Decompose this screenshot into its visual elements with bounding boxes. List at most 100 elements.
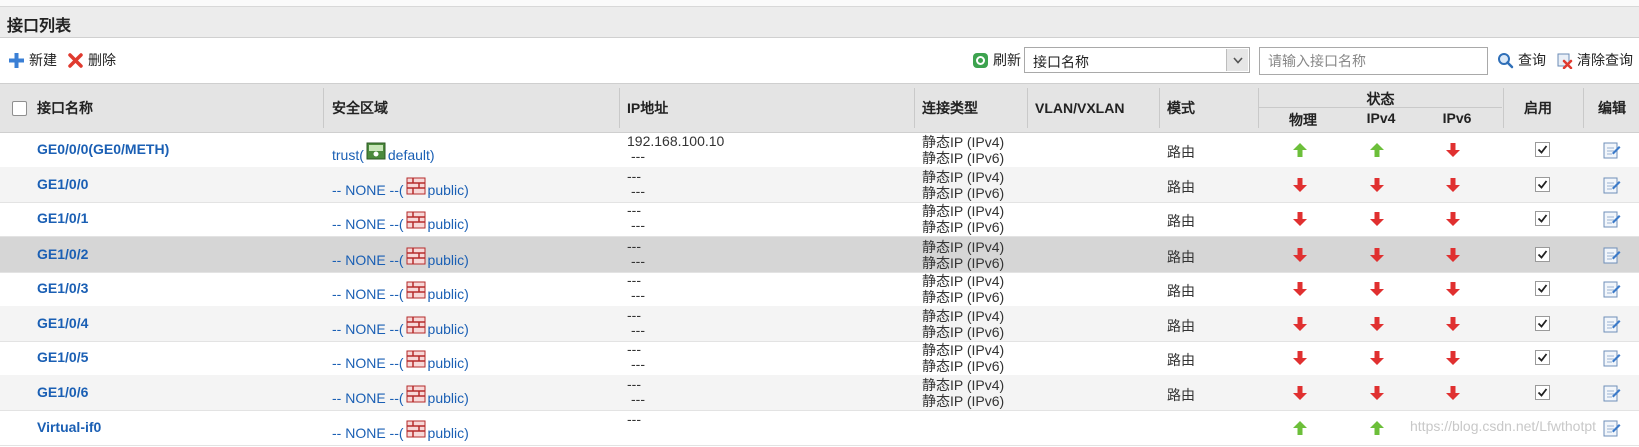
zone-suffix: public) [427,355,469,371]
status-down-arrow-icon [1369,350,1385,366]
status-down-arrow-icon [1369,385,1385,401]
table-row[interactable]: GE1/0/2 -- NONE --(public) --- --- 静态IP (IPv… [0,237,1639,273]
select-all-checkbox[interactable] [12,100,27,116]
public-zone-icon [404,211,428,232]
table-row[interactable]: GE0/0/0(GE0/METH) trust(default) 192.168.1… [0,132,1639,168]
checkmark-icon [1537,180,1548,189]
header-mode[interactable]: 模式 [1159,84,1195,132]
interface-name-link[interactable]: GE1/0/1 [37,210,88,226]
table-row[interactable]: GE1/0/4 -- NONE --(public) --- --- 静态IP (IPv… [0,306,1639,342]
query-label: 查询 [1518,52,1546,68]
enable-checkbox[interactable] [1535,385,1550,400]
zone-link[interactable]: -- NONE --(public) [332,350,469,371]
new-button[interactable]: 新建 [8,50,57,70]
enable-checkbox[interactable] [1535,281,1550,296]
connection-type: 静态IP (IPv4) 静态IP (IPv6) [922,169,1004,201]
status-up-arrow-icon [1292,420,1308,436]
clear-query-button[interactable]: 清除查询 [1556,50,1633,70]
header-vlan[interactable]: VLAN/VXLAN [1027,84,1124,132]
enable-checkbox[interactable] [1535,211,1550,226]
edit-icon[interactable] [1603,210,1621,228]
header-conn-type[interactable]: 连接类型 [914,84,978,132]
header-ipv6: IPv6 [1442,110,1472,126]
zone-link[interactable]: -- NONE --(public) [332,281,469,302]
table-row[interactable]: GE1/0/0 -- NONE --(public) --- --- 静态IP (IPv… [0,167,1639,203]
clear-query-label: 清除查询 [1577,52,1633,68]
ip-address: --- [627,202,641,218]
zone-link[interactable]: -- NONE --(public) [332,247,469,268]
connection-type-v4: 静态IP (IPv4) [922,308,1005,324]
edit-icon[interactable] [1603,384,1621,402]
connection-type-v4: 静态IP (IPv4) [922,203,1005,219]
zone-prefix: -- NONE --( [332,321,404,337]
title-bar: 接口列表 [0,7,1639,38]
select-all-cell [12,84,27,132]
connection-type: 静态IP (IPv4) 静态IP (IPv6) [922,203,1004,235]
connection-type: 静态IP (IPv4) 静态IP (IPv6) [922,134,1004,166]
edit-icon[interactable] [1603,280,1621,298]
edit-icon[interactable] [1603,419,1621,437]
interface-name-link[interactable]: GE1/0/0 [37,176,88,192]
table-row[interactable]: GE1/0/1 -- NONE --(public) --- --- 静态IP (IPv… [0,201,1639,237]
enable-checkbox[interactable] [1535,316,1550,331]
chevron-down-icon [1226,49,1248,71]
public-zone-icon [404,385,428,406]
enable-checkbox[interactable] [1535,177,1550,192]
interface-name-link[interactable]: GE1/0/3 [37,280,88,296]
interface-name-link[interactable]: GE1/0/5 [37,349,88,365]
zone-link[interactable]: -- NONE --(public) [332,420,469,441]
zone-link[interactable]: -- NONE --(public) [332,211,469,232]
divider [1583,88,1584,128]
table-row[interactable]: GE1/0/3 -- NONE --(public) --- --- 静态IP (IPv… [0,271,1639,307]
query-button[interactable]: 查询 [1497,50,1546,70]
public-zone-icon [404,247,428,268]
edit-icon[interactable] [1603,141,1621,159]
ip-address-v6: --- [631,253,645,269]
interface-name-link[interactable]: GE1/0/2 [37,246,88,262]
table-row[interactable]: GE1/0/6 -- NONE --(public) --- --- 静态IP (IPv… [0,375,1639,411]
zone-link[interactable]: -- NONE --(public) [332,316,469,337]
delete-label: 删除 [88,52,116,68]
enable-checkbox[interactable] [1535,247,1550,262]
status-up-arrow-icon [1369,420,1385,436]
header-name[interactable]: 接口名称 [29,84,93,132]
edit-icon[interactable] [1603,246,1621,264]
zone-link[interactable]: -- NONE --(public) [332,177,469,198]
table-row[interactable]: Virtual-if0 -- NONE --(public) --- [0,410,1639,446]
checkmark-icon [1537,319,1548,328]
edit-icon[interactable] [1603,315,1621,333]
table-row[interactable]: GE1/0/5 -- NONE --(public) --- --- 静态IP (IPv… [0,340,1639,376]
search-input[interactable] [1259,47,1488,75]
zone-link[interactable]: -- NONE --(public) [332,385,469,406]
refresh-button[interactable]: 刷新 [972,50,1021,70]
interface-name-link[interactable]: GE0/0/0(GE0/METH) [37,141,169,157]
status-down-arrow-icon [1445,211,1461,227]
status-down-arrow-icon [1445,142,1461,158]
connection-type-v4: 静态IP (IPv4) [922,169,1005,185]
checkmark-icon [1537,250,1548,259]
enable-checkbox[interactable] [1535,350,1550,365]
edit-icon[interactable] [1603,349,1621,367]
connection-type-v6: 静态IP (IPv6) [922,358,1005,374]
interface-name-link[interactable]: GE1/0/4 [37,315,88,331]
header-zone[interactable]: 安全区域 [324,84,388,132]
connection-type-v6: 静态IP (IPv6) [922,150,1005,166]
mode: 路由 [1167,144,1195,160]
zone-link[interactable]: trust(default) [332,142,435,163]
header-physical: 物理 [1289,112,1317,128]
magnifier-icon [1498,52,1514,68]
connection-type-v4: 静态IP (IPv4) [922,377,1005,393]
mode: 路由 [1167,213,1195,229]
edit-icon[interactable] [1603,176,1621,194]
ip-address: --- [627,168,641,184]
connection-type-v6: 静态IP (IPv6) [922,324,1005,340]
header-ip[interactable]: IP地址 [619,84,668,132]
status-up-arrow-icon [1292,142,1308,158]
interface-name-link[interactable]: Virtual-if0 [37,419,101,435]
delete-button[interactable]: 删除 [67,50,116,70]
ip-address-v6: --- [631,183,645,199]
enable-checkbox[interactable] [1535,142,1550,157]
search-field-select[interactable]: 接口名称 [1024,47,1250,73]
interface-name-link[interactable]: GE1/0/6 [37,384,88,400]
zone-suffix: public) [427,216,469,232]
